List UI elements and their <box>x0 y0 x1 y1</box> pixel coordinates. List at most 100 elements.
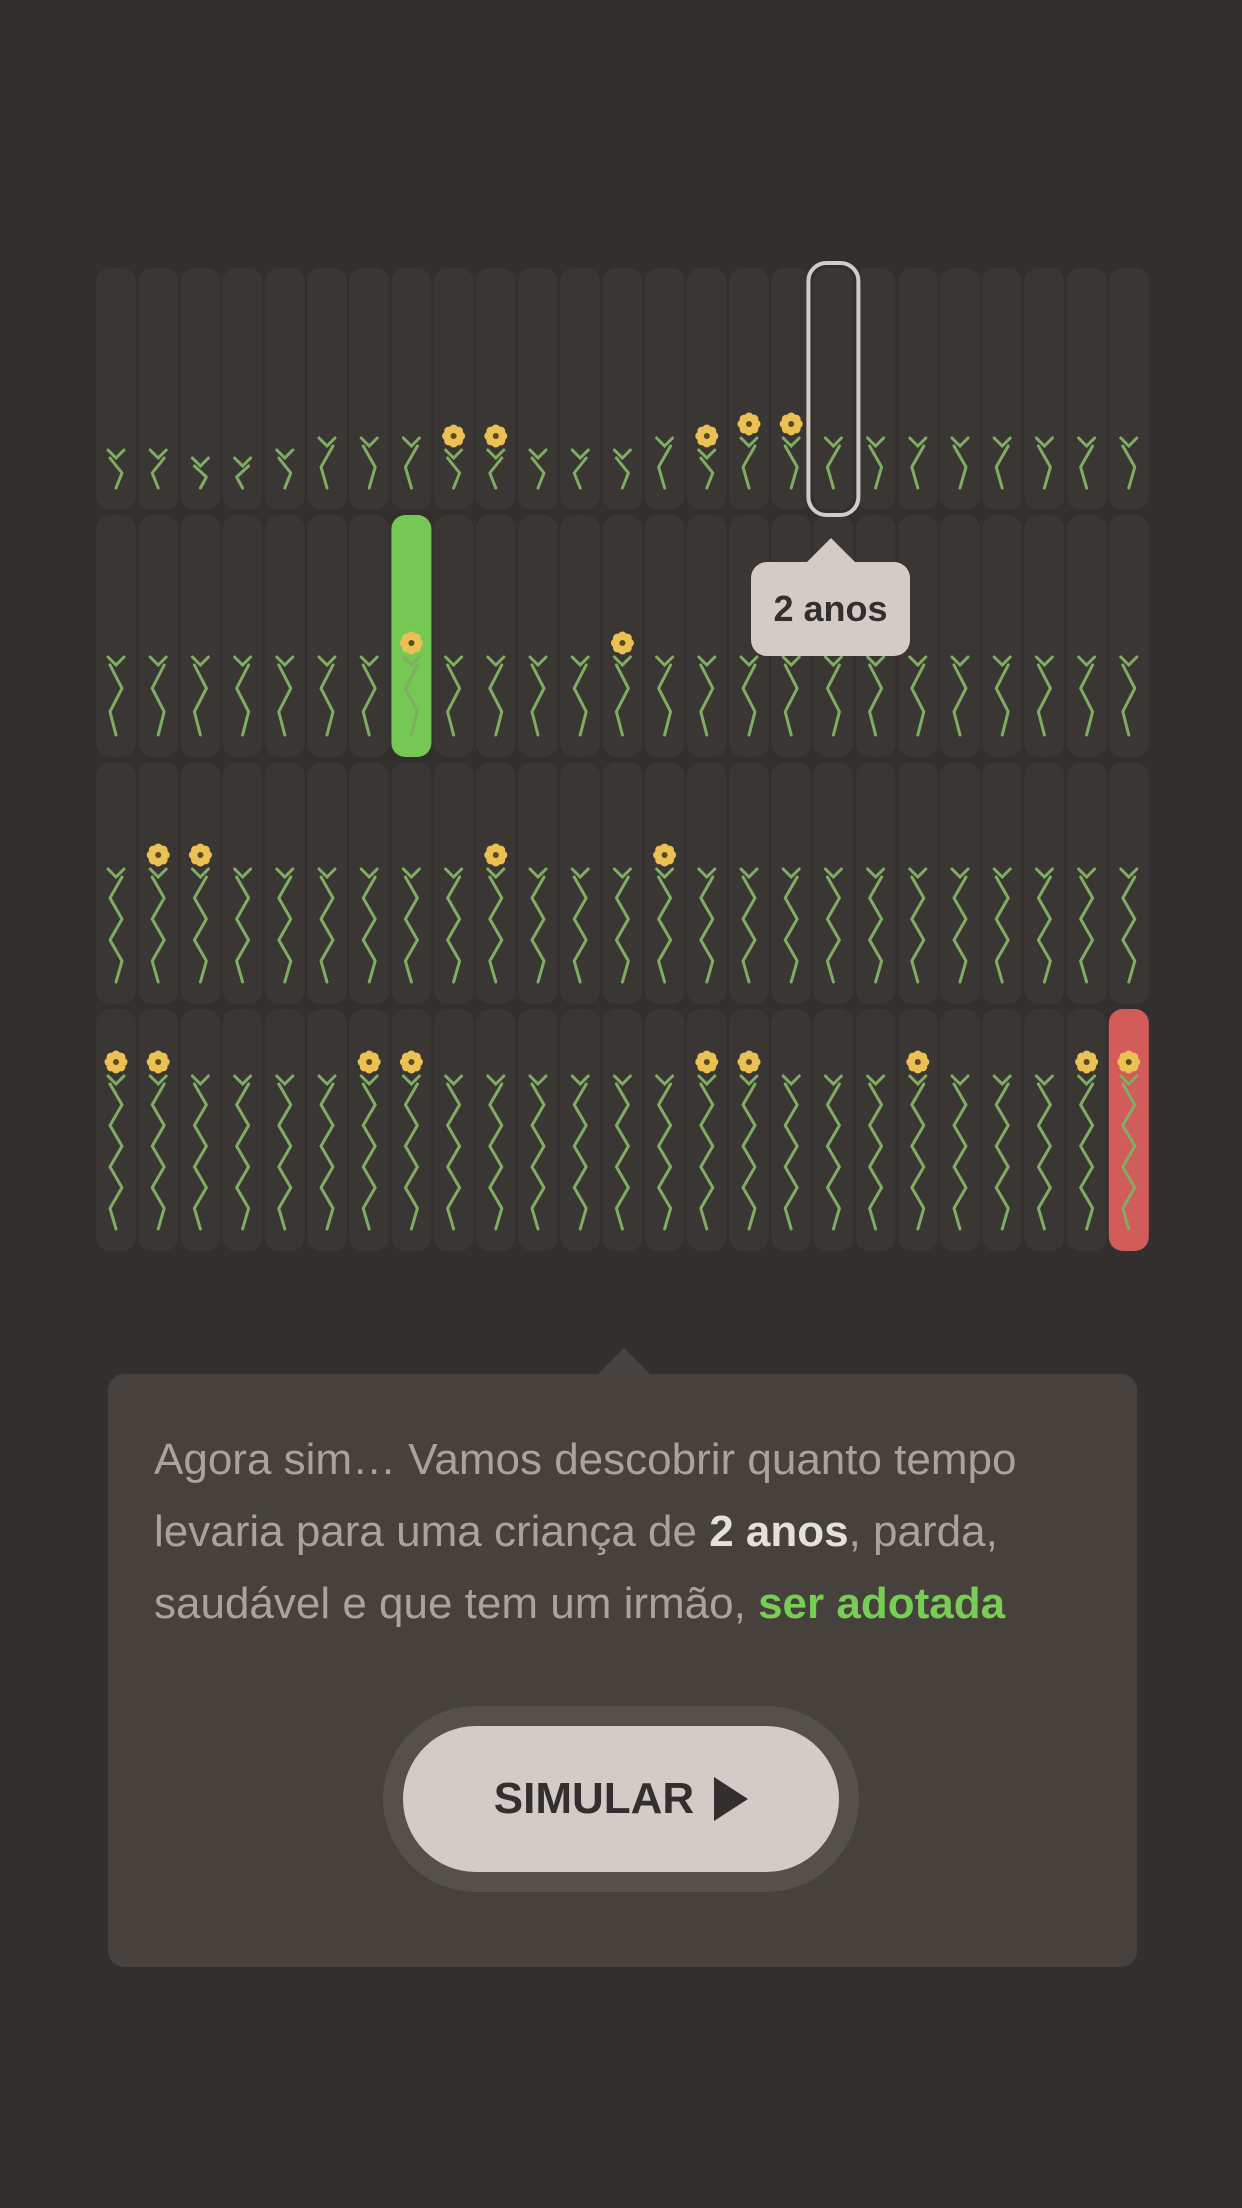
grid-cell[interactable] <box>560 515 601 757</box>
grid-cell[interactable] <box>560 762 601 1004</box>
grid-cell[interactable] <box>475 515 516 757</box>
grid-cell[interactable] <box>96 515 136 757</box>
grid-cell[interactable] <box>475 268 516 510</box>
grid-cell[interactable] <box>602 268 643 510</box>
grid-cell[interactable] <box>940 1009 980 1251</box>
grid-cell[interactable] <box>602 762 643 1004</box>
grid-cell[interactable] <box>96 268 136 510</box>
grid-cell[interactable] <box>1066 1009 1107 1251</box>
grid-cell[interactable] <box>729 268 769 510</box>
grid-cell[interactable] <box>222 1009 263 1251</box>
grid-cell[interactable] <box>1024 515 1065 757</box>
grid-cell-last[interactable] <box>1108 1009 1149 1251</box>
grid-cell[interactable] <box>644 1009 685 1251</box>
grid-cell[interactable] <box>475 1009 516 1251</box>
simulate-button-label: SIMULAR <box>493 1774 695 1823</box>
grid-cell[interactable] <box>1108 762 1149 1004</box>
grid-cell[interactable] <box>433 762 474 1004</box>
grid-cell[interactable] <box>1066 515 1107 757</box>
grid-cell[interactable] <box>897 1009 938 1251</box>
grid-cell[interactable] <box>433 1009 474 1251</box>
flower-center <box>661 852 668 858</box>
grid-cell[interactable] <box>349 268 390 510</box>
grid-cell[interactable] <box>644 762 685 1004</box>
grid-cell[interactable] <box>982 762 1023 1004</box>
grid-cell[interactable] <box>433 268 474 510</box>
grid-cell[interactable] <box>686 268 727 510</box>
grid-cell[interactable] <box>264 1009 305 1251</box>
grid-cell[interactable] <box>1108 515 1149 757</box>
grid-cell[interactable] <box>349 1009 390 1251</box>
grid-cell[interactable] <box>1066 268 1107 510</box>
grid-cell[interactable] <box>1024 1009 1065 1251</box>
grid-cell[interactable] <box>264 268 305 510</box>
grid-cell[interactable] <box>180 515 221 757</box>
grid-cell[interactable] <box>855 268 896 510</box>
grid-cell[interactable] <box>855 1009 896 1251</box>
grid-cell[interactable] <box>771 1009 812 1251</box>
grid-cell[interactable] <box>349 762 390 1004</box>
grid-cell[interactable] <box>897 268 938 510</box>
grid-cell[interactable] <box>391 762 432 1004</box>
grid-cell[interactable] <box>264 762 305 1004</box>
grid-cell[interactable] <box>518 515 558 757</box>
grid-cell[interactable] <box>602 1009 643 1251</box>
grid-cell[interactable] <box>771 268 812 510</box>
grid-cell[interactable] <box>982 1009 1023 1251</box>
grid-cell[interactable] <box>644 268 685 510</box>
grid-cell[interactable] <box>138 515 179 757</box>
grid-cell[interactable] <box>813 762 854 1004</box>
grid-cell[interactable] <box>686 1009 727 1251</box>
grid-cell[interactable] <box>180 268 221 510</box>
grid-cell[interactable] <box>264 515 305 757</box>
grid-cell[interactable] <box>391 268 432 510</box>
grid-cell[interactable] <box>96 1009 136 1251</box>
grid-cell[interactable] <box>307 515 347 757</box>
grid-cell[interactable] <box>138 762 179 1004</box>
grid-cell[interactable] <box>1024 762 1065 1004</box>
flower-icon <box>146 1050 170 1074</box>
grid-cell[interactable] <box>138 1009 179 1251</box>
grid-cell[interactable] <box>433 515 474 757</box>
grid-cell[interactable] <box>180 1009 221 1251</box>
flower-icon <box>695 1050 719 1074</box>
grid-cell[interactable] <box>644 515 685 757</box>
grid-cell[interactable] <box>729 1009 769 1251</box>
grid-cell[interactable] <box>518 1009 558 1251</box>
grid-cell[interactable] <box>518 762 558 1004</box>
grid-cell[interactable] <box>982 268 1023 510</box>
grid-cell[interactable] <box>686 762 727 1004</box>
info-panel: Agora sim… Vamos descobrir quanto tempo … <box>108 1348 1137 1967</box>
grid-cell[interactable] <box>349 515 390 757</box>
grid-cell[interactable] <box>940 762 980 1004</box>
grid-cell[interactable] <box>855 762 896 1004</box>
grid-cell[interactable] <box>138 268 179 510</box>
grid-cell[interactable] <box>729 762 769 1004</box>
grid-cell[interactable] <box>518 268 558 510</box>
grid-cell[interactable] <box>180 762 221 1004</box>
grid-cell[interactable] <box>475 762 516 1004</box>
grid-cell[interactable] <box>307 762 347 1004</box>
grid-cell[interactable] <box>222 268 263 510</box>
grid-cell[interactable] <box>1108 268 1149 510</box>
grid-cell[interactable] <box>940 515 980 757</box>
grid-cell[interactable] <box>560 1009 601 1251</box>
grid-cell[interactable] <box>96 762 136 1004</box>
grid-cell[interactable] <box>897 762 938 1004</box>
age-tooltip-label: 2 anos <box>773 588 888 629</box>
simulate-button[interactable]: SIMULAR <box>403 1726 839 1872</box>
grid-cell[interactable] <box>222 515 263 757</box>
grid-cell[interactable] <box>1066 762 1107 1004</box>
grid-cell[interactable] <box>391 1009 432 1251</box>
grid-cell[interactable] <box>940 268 980 510</box>
grid-cell[interactable] <box>222 762 263 1004</box>
grid-cell[interactable] <box>813 1009 854 1251</box>
grid-cell[interactable] <box>813 268 854 510</box>
grid-cell[interactable] <box>560 268 601 510</box>
grid-cell[interactable] <box>1024 268 1065 510</box>
grid-cell[interactable] <box>686 515 727 757</box>
grid-cell[interactable] <box>307 1009 347 1251</box>
grid-cell[interactable] <box>771 762 812 1004</box>
grid-cell[interactable] <box>307 268 347 510</box>
grid-cell[interactable] <box>982 515 1023 757</box>
